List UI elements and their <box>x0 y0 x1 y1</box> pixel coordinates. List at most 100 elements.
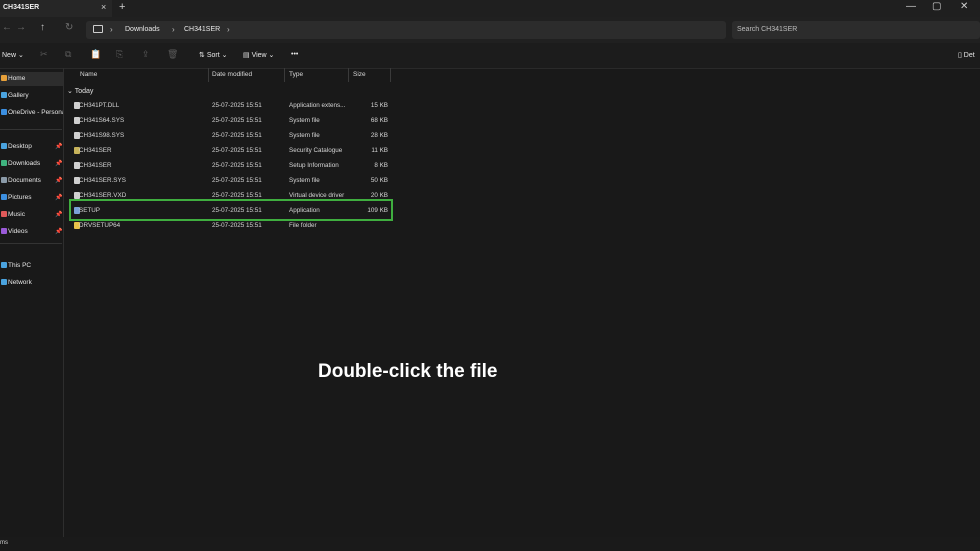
sidebar-item-label: Network <box>8 279 32 286</box>
folder-icon <box>1 160 7 166</box>
minimize-icon[interactable]: — <box>906 1 916 12</box>
breadcrumb-ch341ser[interactable]: CH341SER <box>184 26 220 33</box>
pin-icon: 📌 <box>55 212 63 218</box>
maximize-icon[interactable]: ▢ <box>932 1 941 12</box>
details-pane-button[interactable]: ▯ Det <box>958 51 975 59</box>
sidebar-item-label: Gallery <box>8 92 29 99</box>
folder-icon <box>1 143 7 149</box>
refresh-icon[interactable]: ↻ <box>65 22 73 33</box>
search-input[interactable]: Search CH341SER <box>732 21 980 39</box>
status-bar: ms <box>0 537 980 551</box>
share-icon[interactable]: ⇪ <box>142 49 150 60</box>
cell-type: Virtual device driver <box>289 192 345 199</box>
sidebar-item-label: Desktop <box>8 143 32 150</box>
sidebar-item-videos[interactable]: Videos 📌 <box>0 225 63 239</box>
folder-icon <box>1 211 7 217</box>
column-header-date[interactable]: Date modified <box>212 71 252 78</box>
column-header-type[interactable]: Type <box>289 71 303 78</box>
folder-icon <box>1 109 7 115</box>
cell-name: CH341S64.SYS <box>79 117 125 124</box>
folder-icon <box>1 262 7 268</box>
sidebar-separator <box>0 243 62 244</box>
sidebar-item-label: This PC <box>8 262 32 269</box>
sidebar-item-documents[interactable]: Documents 📌 <box>0 174 63 188</box>
sidebar-item-onedrive-persona[interactable]: OneDrive - Persona <box>0 106 63 120</box>
chevron-down-icon: ⌄ <box>67 88 73 95</box>
column-header-size[interactable]: Size <box>353 71 366 78</box>
cell-name: CH341PT.DLL <box>79 102 120 109</box>
cell-type: Setup Information <box>289 162 339 169</box>
cell-type: System file <box>289 132 320 139</box>
copy-icon[interactable]: ⧉ <box>65 49 71 60</box>
sort-button[interactable]: ⇅ Sort ⌄ <box>199 51 227 59</box>
new-tab-icon[interactable]: + <box>119 1 125 13</box>
cell-name: CH341SER.VXD <box>79 192 127 199</box>
table-row[interactable]: CH341SER 25-07-2025 15:51 Setup Informatio… <box>70 159 394 172</box>
address-bar-row: ← → ↑ ↻ › Downloads › CH341SER › Search … <box>0 17 980 43</box>
breadcrumb-downloads[interactable]: Downloads <box>125 26 160 33</box>
cut-icon[interactable]: ✂ <box>40 49 48 60</box>
column-divider[interactable] <box>348 68 349 82</box>
table-row[interactable]: CH341S64.SYS 25-07-2025 15:51 System file 6… <box>70 114 394 127</box>
close-tab-icon[interactable]: × <box>101 2 106 12</box>
up-icon[interactable]: ↑ <box>40 22 45 33</box>
forward-icon[interactable]: → <box>16 22 26 33</box>
sidebar-item-downloads[interactable]: Downloads 📌 <box>0 157 63 171</box>
table-row[interactable]: CH341SER 25-07-2025 15:51 Security Catalog… <box>70 144 394 157</box>
column-divider[interactable] <box>208 68 209 82</box>
cell-name: CH341S98.SYS <box>79 132 125 139</box>
navigation-pane: Home Gallery OneDrive - Persona Desktop 📌 Dow… <box>0 68 64 548</box>
title-bar: CH341SER × + — ▢ ✕ <box>0 0 980 17</box>
cell-date: 25-07-2025 15:51 <box>212 102 262 109</box>
rename-icon[interactable]: ⎘ <box>116 49 123 60</box>
cell-size: 15 KB <box>370 102 388 109</box>
sidebar-item-pictures[interactable]: Pictures 📌 <box>0 191 63 205</box>
sidebar-separator <box>0 129 62 130</box>
cell-type: System file <box>289 177 320 184</box>
command-bar: New ⌄ ✂ ⧉ 📋 ⎘ ⇪ 🗑 ⇅ Sort ⌄ ▤ View ⌄ ••• … <box>0 43 980 69</box>
sidebar-item-label: Pictures <box>8 194 32 201</box>
sidebar-item-label: Documents <box>8 177 41 184</box>
folder-icon <box>1 228 7 234</box>
sidebar-item-desktop[interactable]: Desktop 📌 <box>0 140 63 154</box>
new-button[interactable]: New ⌄ <box>2 51 24 59</box>
close-window-icon[interactable]: ✕ <box>960 1 968 12</box>
delete-icon[interactable]: 🗑 <box>167 49 178 60</box>
cell-type: Security Catalogue <box>289 147 343 154</box>
back-icon[interactable]: ← <box>2 22 12 33</box>
cell-date: 25-07-2025 15:51 <box>212 177 262 184</box>
cell-name: DRVSETUP64 <box>79 222 121 229</box>
sidebar-item-network[interactable]: Network <box>0 276 63 290</box>
folder-icon <box>1 194 7 200</box>
cell-size: 8 KB <box>374 162 388 169</box>
table-row[interactable]: CH341S98.SYS 25-07-2025 15:51 System file 2… <box>70 129 394 142</box>
view-button[interactable]: ▤ View ⌄ <box>243 51 274 59</box>
table-row[interactable]: CH341SER.SYS 25-07-2025 15:51 System file 5… <box>70 174 394 187</box>
highlight-box <box>69 199 393 221</box>
cell-name: CH341SER <box>79 147 112 154</box>
paste-icon[interactable]: 📋 <box>90 49 101 60</box>
status-text: ms <box>0 540 8 546</box>
more-options-icon[interactable]: ••• <box>291 51 298 58</box>
sidebar-item-music[interactable]: Music 📌 <box>0 208 63 222</box>
cell-date: 25-07-2025 15:51 <box>212 117 262 124</box>
tab-ch341ser[interactable]: CH341SER × <box>0 0 112 17</box>
column-divider[interactable] <box>390 68 391 82</box>
folder-icon <box>1 75 7 81</box>
sidebar-item-label: Home <box>8 75 26 82</box>
cell-size: 11 KB <box>371 147 388 154</box>
sidebar-item-home[interactable]: Home <box>0 72 63 86</box>
cell-date: 25-07-2025 15:51 <box>212 147 262 154</box>
this-pc-icon <box>93 25 103 33</box>
sidebar-item-label: OneDrive - Persona <box>8 109 63 116</box>
sidebar-item-this-pc[interactable]: This PC <box>0 259 63 273</box>
sidebar-item-label: Downloads <box>8 160 41 167</box>
column-divider[interactable] <box>284 68 285 82</box>
cell-date: 25-07-2025 15:51 <box>212 192 262 199</box>
sidebar-item-gallery[interactable]: Gallery <box>0 89 63 103</box>
address-input[interactable]: › Downloads › CH341SER › <box>86 21 726 39</box>
group-header-today[interactable]: ⌄ Today <box>67 87 93 95</box>
folder-icon <box>1 92 7 98</box>
table-row[interactable]: CH341PT.DLL 25-07-2025 15:51 Application e… <box>70 99 394 112</box>
column-header-name[interactable]: Name <box>80 71 97 78</box>
